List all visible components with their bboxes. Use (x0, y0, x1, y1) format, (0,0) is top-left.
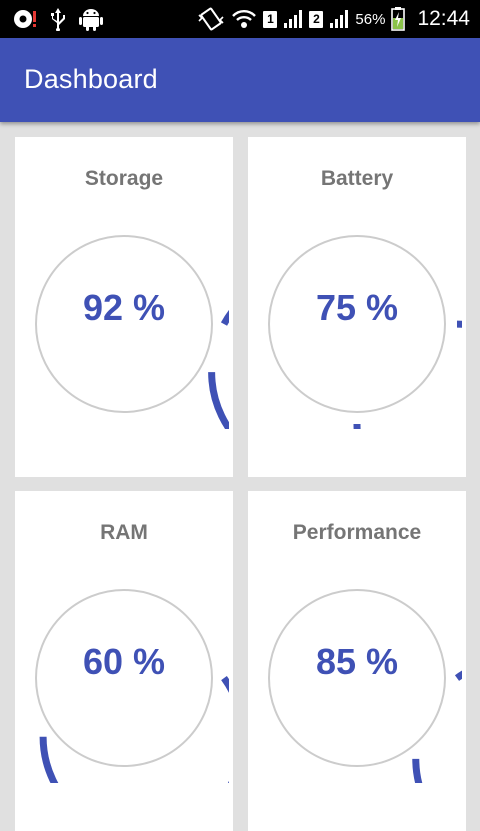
sim2-indicator: 2 (309, 10, 324, 28)
status-bar: 1 2 56% 12:44 (0, 0, 480, 38)
wifi-icon (231, 8, 257, 30)
ram-card[interactable]: RAM 60 % (15, 491, 233, 831)
usb-icon (50, 7, 66, 31)
card-value: 92 % (82, 287, 166, 328)
app-bar: Dashboard (0, 38, 480, 122)
card-title: Performance (292, 521, 422, 544)
card-value: 60 % (82, 641, 166, 682)
vibrate-icon (197, 7, 225, 31)
gauge-progress-arc (39, 676, 229, 783)
status-right-icons: 1 2 56% 12:44 (197, 7, 470, 31)
battery-card[interactable]: Battery 75 % (248, 137, 466, 477)
alert-icon (12, 8, 38, 30)
battery-percent: 56% (355, 10, 386, 28)
card-title: Battery (320, 167, 394, 190)
gauge-progress-arc (353, 320, 462, 429)
battery-charging-icon (391, 7, 406, 31)
performance-card[interactable]: Performance 85 % (248, 491, 466, 831)
page-title: Dashboard (24, 64, 158, 94)
sim1-indicator: 1 (263, 10, 278, 28)
card-value: 75 % (315, 287, 399, 328)
signal-icon (329, 9, 349, 29)
storage-card[interactable]: Storage 92 % (15, 137, 233, 477)
signal-icon (283, 9, 303, 29)
status-left-icons (12, 7, 104, 31)
android-icon (78, 7, 104, 31)
card-title: RAM (100, 521, 148, 544)
card-title: Storage (84, 167, 164, 190)
card-value: 85 % (315, 641, 399, 682)
clock: 12:44 (417, 7, 470, 30)
